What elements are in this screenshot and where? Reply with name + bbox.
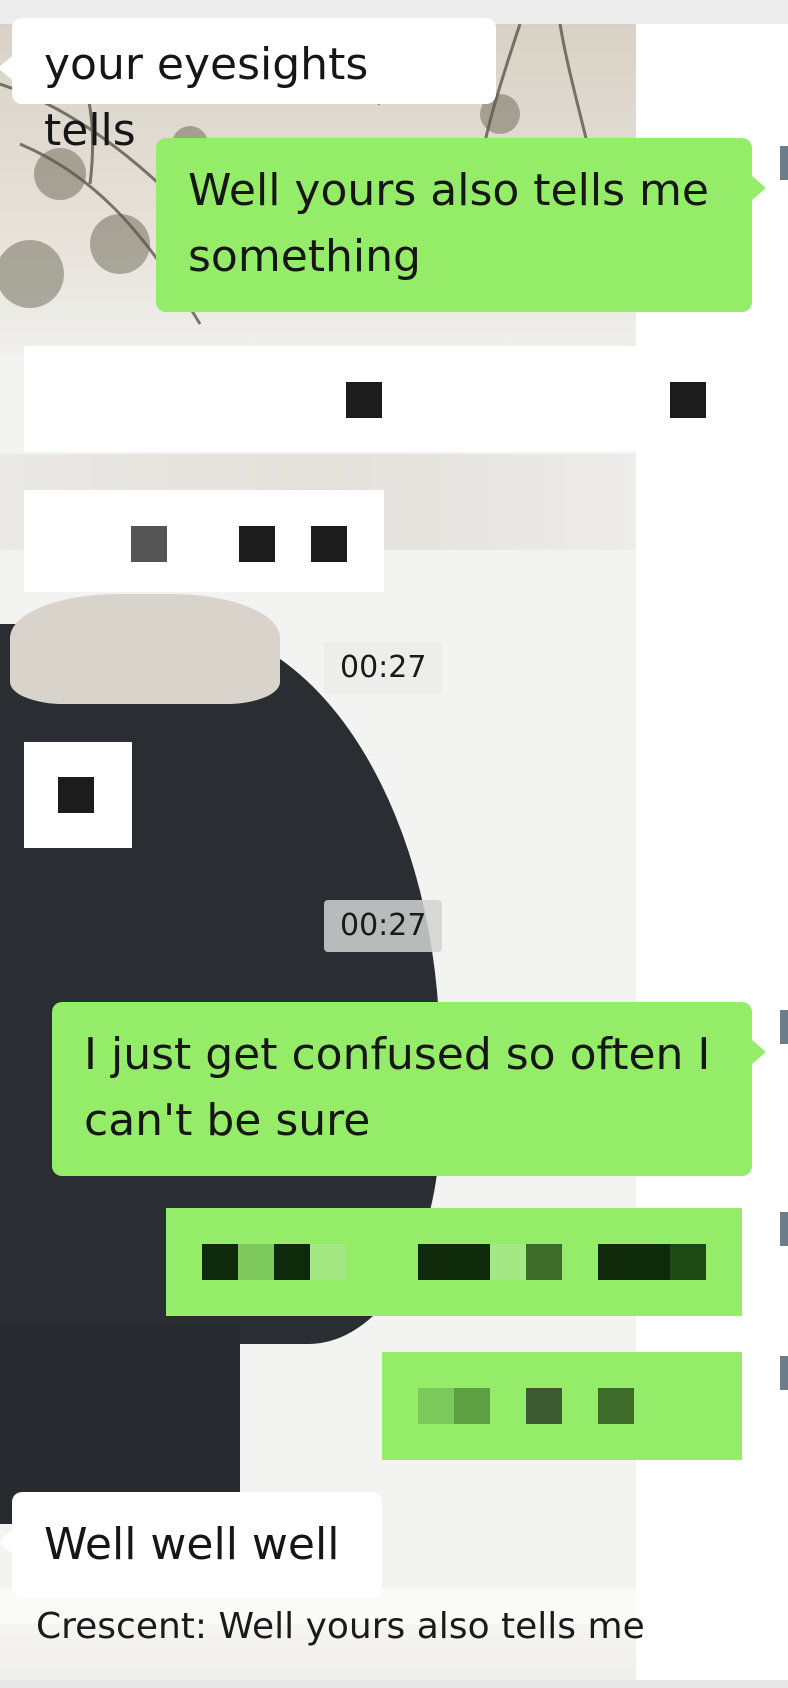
message-text: Well yours also tells me something <box>188 165 709 282</box>
quote-text: Well yours also tells me <box>218 1606 645 1647</box>
redacted-message <box>24 490 384 592</box>
avatar-edge <box>780 146 788 180</box>
redacted-message <box>382 1352 742 1460</box>
redaction-block <box>239 526 275 562</box>
avatar-edge <box>780 1010 788 1044</box>
redaction-block <box>418 1244 454 1280</box>
message-outgoing[interactable]: Well yours also tells me something <box>156 138 766 312</box>
redaction-block <box>670 1244 706 1280</box>
message-outgoing[interactable]: I just get confused so often I can't be … <box>52 1002 766 1176</box>
redaction-block <box>418 1388 454 1424</box>
redacted-message <box>24 346 636 452</box>
redaction-block <box>526 1388 562 1424</box>
avatar-edge <box>780 1212 788 1246</box>
quoted-message[interactable]: Crescent: Well yours also tells me <box>0 1588 788 1688</box>
redaction-block <box>202 1244 238 1280</box>
message-incoming[interactable]: Well well well <box>0 1492 382 1598</box>
redaction-block <box>58 777 94 813</box>
redaction-block <box>311 526 347 562</box>
person-head <box>10 594 280 704</box>
avatar-edge <box>780 1356 788 1390</box>
redaction-block <box>310 1244 346 1280</box>
redaction-block <box>238 1244 274 1280</box>
bottom-edge <box>0 1680 788 1688</box>
redaction-block <box>634 1244 670 1280</box>
redaction-block <box>346 382 382 418</box>
redaction-block <box>670 382 706 418</box>
message-text: I just get confused so often I can't be … <box>84 1029 711 1146</box>
redaction-block <box>526 1244 562 1280</box>
redaction-block <box>131 526 167 562</box>
redaction-block <box>454 1244 490 1280</box>
redaction-block <box>598 1388 634 1424</box>
redacted-message <box>24 742 132 848</box>
message-text: Well well well <box>44 1519 340 1570</box>
timestamp: 00:27 <box>324 642 443 694</box>
quote-sender: Crescent: <box>36 1606 208 1647</box>
timestamp: 00:27 <box>324 900 443 952</box>
redaction-block <box>598 1244 634 1280</box>
message-incoming[interactable]: your eyesights tells <box>0 18 496 156</box>
redacted-message-overflow <box>636 346 736 452</box>
redaction-block <box>490 1244 526 1280</box>
redaction-block <box>274 1244 310 1280</box>
redacted-message <box>166 1208 742 1316</box>
redaction-block <box>454 1388 490 1424</box>
